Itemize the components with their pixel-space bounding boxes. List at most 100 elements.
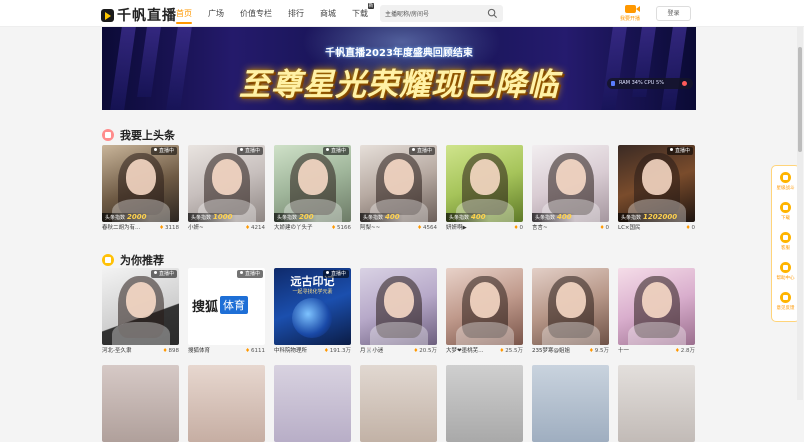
stream-card[interactable] — [532, 365, 609, 442]
stream-card[interactable] — [188, 365, 265, 442]
stream-card[interactable]: 直播中 头条指数 400 阿梨~~ ♦4564 — [360, 145, 437, 233]
viewer-count-value: 0 — [519, 225, 524, 231]
streamer-name[interactable]: 阿梨~~ — [360, 223, 380, 233]
stream-thumbnail[interactable] — [532, 268, 609, 345]
viewer-count-value: 0 — [691, 225, 696, 231]
stream-card[interactable]: 十一 ♦2.8万 — [618, 268, 695, 356]
streamer-photo — [542, 322, 600, 345]
streamer-name[interactable]: 中科院物理所 — [274, 346, 307, 356]
streamer-photo — [370, 322, 428, 345]
stream-card[interactable]: 直播中 河北-圣久隶 ♦898 — [102, 268, 179, 356]
search-input[interactable] — [385, 8, 480, 19]
nav-ranking[interactable]: 排行 — [280, 0, 312, 27]
stream-card[interactable]: 头条指数 400 妍妍啊▶ ♦0 — [446, 145, 523, 233]
stream-meta: 十一 ♦2.8万 — [618, 346, 695, 356]
streamer-photo — [628, 322, 686, 345]
stream-thumbnail[interactable]: 远古印记 一起寻找化学元素 直播中 — [274, 268, 351, 345]
stream-meta: 小妍~ ♦4214 — [188, 223, 265, 233]
stream-thumbnail[interactable]: 直播中 头条指数 2000 — [102, 145, 179, 222]
viewer-count: ♦4564 — [417, 223, 437, 233]
stream-card[interactable]: 直播中 头条指数 200 大娇建の丫头子 ♦5166 — [274, 145, 351, 233]
stream-card[interactable] — [274, 365, 351, 442]
viewer-count: ♦5166 — [331, 223, 351, 233]
stream-thumbnail[interactable] — [532, 365, 609, 442]
stream-card[interactable]: 直播中 头条指数 1202000 LC×国民 ♦0 — [618, 145, 695, 233]
flame-icon — [102, 254, 114, 266]
stream-meta: 235梦寒@姐姐 ♦9.5万 — [532, 346, 609, 356]
nav-value-column[interactable]: 价值专栏 — [232, 0, 280, 27]
close-icon[interactable] — [682, 81, 687, 86]
stream-thumbnail[interactable]: 直播中 头条指数 1000 — [188, 145, 265, 222]
nav-mall[interactable]: 商城 — [312, 0, 344, 27]
promo-banner[interactable]: 千帆直播2023年度盛典回顾结束 至尊星光荣耀现已降临 — [102, 27, 696, 110]
search-icon[interactable] — [487, 8, 498, 19]
viewer-count-value: 4214 — [251, 225, 265, 231]
streamer-name[interactable]: 大娇建の丫头子 — [274, 223, 313, 233]
viewer-count: ♦20.5万 — [413, 346, 437, 356]
stream-thumbnail[interactable] — [188, 365, 265, 442]
headline-score-label: 头条指数 — [449, 215, 470, 221]
nav-home[interactable]: 首页 — [168, 0, 200, 27]
stream-thumbnail[interactable]: 直播中 头条指数 1202000 — [618, 145, 695, 222]
sidebar-item-label: 意见反馈 — [776, 306, 795, 311]
stream-card[interactable]: 远古印记 一起寻找化学元素 直播中 中科院物理所 ♦191.3万 — [274, 268, 351, 356]
stream-thumbnail[interactable] — [618, 268, 695, 345]
sidebar-item-help[interactable]: 帮助中心 — [772, 262, 799, 281]
stream-thumbnail[interactable] — [360, 365, 437, 442]
nav-download[interactable]: 下载 新 — [344, 0, 376, 27]
floating-sidebar: 星级战斗 下载 客服 帮助中心 意见反馈 — [771, 165, 800, 322]
streamer-name[interactable]: 搜狐体育 — [188, 346, 210, 356]
stream-card[interactable] — [618, 365, 695, 442]
stream-thumbnail[interactable] — [446, 268, 523, 345]
streamer-name[interactable]: 月🐰小迷 — [360, 346, 383, 356]
live-badge: 直播中 — [236, 270, 263, 278]
scrollbar[interactable] — [797, 27, 803, 400]
viewer-count-value: 4564 — [423, 225, 437, 231]
streamer-name[interactable]: 小妍~ — [188, 223, 204, 233]
start-live-button[interactable]: 我要开播 — [615, 5, 645, 24]
scrollbar-thumb[interactable] — [798, 47, 802, 152]
flame-icon: ♦ — [674, 348, 680, 354]
stream-card[interactable]: 月🐰小迷 ♦20.5万 — [360, 268, 437, 356]
headline-score-value: 400 — [557, 213, 572, 221]
stream-card[interactable]: 直播中 头条指数 1000 小妍~ ♦4214 — [188, 145, 265, 233]
stream-card[interactable]: 235梦寒@姐姐 ♦9.5万 — [532, 268, 609, 356]
stream-card[interactable] — [102, 365, 179, 442]
streamer-name[interactable]: 妍妍啊▶ — [446, 223, 467, 233]
flame-icon: ♦ — [159, 225, 164, 231]
stream-thumbnail[interactable] — [446, 365, 523, 442]
stream-meta: 月🐰小迷 ♦20.5万 — [360, 346, 437, 356]
stream-card[interactable]: 头条指数 400 言言~ ♦0 — [532, 145, 609, 233]
stream-card[interactable] — [446, 365, 523, 442]
sidebar-item-feedback[interactable]: 意见反馈 — [772, 292, 799, 311]
sidebar-item-download[interactable]: 下载 — [772, 202, 799, 221]
sidebar-item-star-battle[interactable]: 星级战斗 — [772, 172, 799, 191]
streamer-name[interactable]: 大梦❤墨桃芜… — [446, 346, 484, 356]
streamer-name[interactable]: LC×国民 — [618, 223, 641, 233]
login-button[interactable]: 登录 — [656, 6, 691, 21]
streamer-name[interactable]: 春秋二胡为有… — [102, 223, 141, 233]
stream-thumbnail[interactable]: 头条指数 400 — [446, 145, 523, 222]
streamer-name[interactable]: 河北-圣久隶 — [102, 346, 132, 356]
streamer-name[interactable]: 言言~ — [532, 223, 548, 233]
stream-card[interactable]: 搜狐 体育 直播中 搜狐体育 ♦6111 — [188, 268, 265, 356]
sidebar-item-service[interactable]: 客服 — [772, 232, 799, 251]
stream-thumbnail[interactable]: 直播中 — [102, 268, 179, 345]
stream-card[interactable]: 直播中 头条指数 2000 春秋二胡为有… ♦3118 — [102, 145, 179, 233]
streamer-name[interactable]: 235梦寒@姐姐 — [532, 346, 570, 356]
stream-thumbnail[interactable]: 直播中 头条指数 400 — [360, 145, 437, 222]
stream-card[interactable]: 大梦❤墨桃芜… ♦25.5万 — [446, 268, 523, 356]
nav-plaza[interactable]: 广场 — [200, 0, 232, 27]
stream-thumbnail[interactable]: 头条指数 400 — [532, 145, 609, 222]
stream-thumbnail[interactable]: 搜狐 体育 直播中 — [188, 268, 265, 345]
stream-thumbnail[interactable] — [618, 365, 695, 442]
stream-card[interactable] — [360, 365, 437, 442]
stream-thumbnail[interactable] — [360, 268, 437, 345]
logo[interactable]: 千帆直播 — [101, 5, 177, 25]
stream-thumbnail[interactable] — [274, 365, 351, 442]
streamer-name[interactable]: 十一 — [618, 346, 629, 356]
nav-download-label: 下载 — [352, 9, 368, 18]
stream-thumbnail[interactable]: 直播中 头条指数 200 — [274, 145, 351, 222]
flame-icon: ♦ — [323, 348, 329, 354]
stream-thumbnail[interactable] — [102, 365, 179, 442]
